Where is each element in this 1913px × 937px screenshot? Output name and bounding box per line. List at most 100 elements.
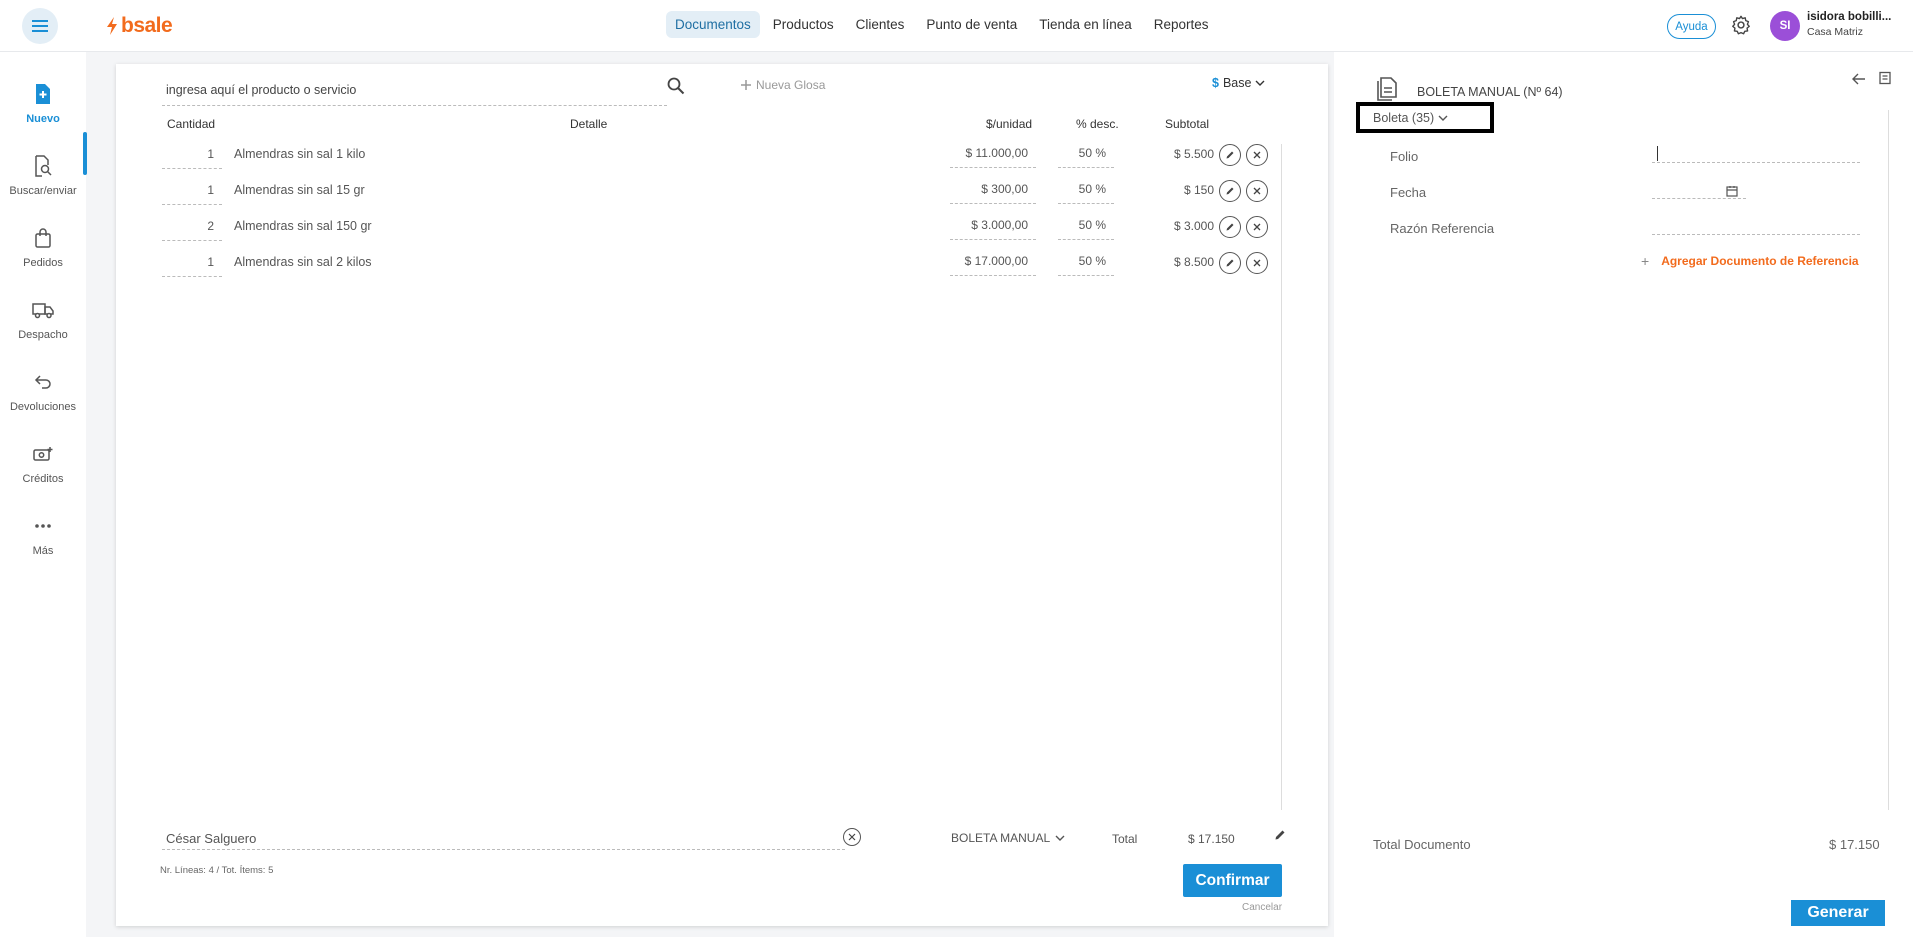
- main-nav: Documentos Productos Clientes Punto de v…: [666, 11, 1218, 38]
- nav-tienda-en-linea[interactable]: Tienda en línea: [1030, 11, 1141, 38]
- razon-referencia-input[interactable]: [1652, 215, 1860, 233]
- sidebar-item-label: Más: [32, 545, 54, 557]
- nav-documentos[interactable]: Documentos: [666, 11, 760, 38]
- line-subtotal: $ 3.000: [1173, 219, 1214, 233]
- sidebar-item-despacho[interactable]: Despacho: [0, 296, 86, 356]
- price-list-selector[interactable]: $ Base: [1212, 76, 1265, 90]
- search-document-icon: [33, 152, 53, 180]
- document-preview-icon[interactable]: [1878, 71, 1892, 90]
- remove-line-button[interactable]: [1246, 180, 1268, 202]
- more-icon: [33, 512, 53, 540]
- lines-summary: Nr. Líneas: 4 / Tot. Ítems: 5: [160, 865, 274, 876]
- sidebar-item-label: Devoluciones: [9, 401, 77, 413]
- edit-line-button[interactable]: [1219, 180, 1241, 202]
- sidebar-item-label: Pedidos: [23, 257, 63, 269]
- quantity-field[interactable]: 2: [162, 219, 222, 241]
- total-label: Total: [1112, 832, 1138, 846]
- total-value: $ 17.150: [1188, 832, 1235, 846]
- sidebar-item-pedidos[interactable]: Pedidos: [0, 224, 86, 284]
- document-type-selector[interactable]: BOLETA MANUAL: [951, 831, 1065, 845]
- razon-referencia-label: Razón Referencia: [1390, 221, 1495, 236]
- remove-line-button[interactable]: [1246, 216, 1268, 238]
- menu-icon[interactable]: [22, 8, 58, 44]
- nav-punto-de-venta[interactable]: Punto de venta: [917, 11, 1026, 38]
- user-name[interactable]: isidora bobilli...: [1807, 11, 1891, 23]
- unit-price-field[interactable]: $ 17.000,00: [950, 254, 1036, 276]
- new-glosa-label: Nueva Glosa: [756, 78, 826, 92]
- table-row: 1 Almendras sin sal 1 kilo $ 11.000,00 5…: [162, 144, 1282, 180]
- discount-field[interactable]: 50 %: [1058, 182, 1114, 204]
- gear-icon[interactable]: [1730, 14, 1752, 41]
- calendar-icon[interactable]: [1726, 184, 1738, 202]
- unit-price-field[interactable]: $ 3.000,00: [950, 218, 1036, 240]
- close-icon: [848, 833, 856, 841]
- nav-clientes[interactable]: Clientes: [847, 11, 914, 38]
- new-document-icon: [33, 80, 53, 108]
- chevron-down-icon: [1055, 835, 1065, 841]
- remove-line-button[interactable]: [1246, 252, 1268, 274]
- unit-price-field[interactable]: $ 300,00: [950, 182, 1036, 204]
- cancel-link[interactable]: Cancelar: [1242, 902, 1282, 913]
- line-subtotal: $ 150: [1183, 183, 1214, 197]
- credit-icon: [32, 440, 54, 468]
- document-editor: Nueva Glosa $ Base Cantidad Detalle $/un…: [116, 64, 1328, 926]
- help-button[interactable]: Ayuda: [1667, 14, 1716, 39]
- header-subtotal: Subtotal: [1165, 117, 1210, 131]
- discount-field[interactable]: 50 %: [1058, 146, 1114, 168]
- sidebar-item-buscar[interactable]: Buscar/enviar: [0, 152, 86, 212]
- fecha-label: Fecha: [1390, 185, 1427, 200]
- edit-line-button[interactable]: [1219, 216, 1241, 238]
- discount-field[interactable]: 50 %: [1058, 218, 1114, 240]
- new-glosa-button[interactable]: Nueva Glosa: [740, 78, 825, 92]
- add-reference-document-button[interactable]: + Agregar Documento de Referencia: [1641, 253, 1859, 269]
- quantity-field[interactable]: 1: [162, 183, 222, 205]
- logo-text: bsale: [121, 14, 173, 37]
- folio-field: [1652, 143, 1860, 163]
- sidebar-item-creditos[interactable]: Créditos: [0, 440, 86, 500]
- close-icon: [1253, 151, 1261, 159]
- return-icon: [33, 368, 53, 396]
- chevron-down-icon: [1438, 115, 1448, 121]
- sidebar-item-mas[interactable]: Más: [0, 512, 86, 572]
- pencil-icon[interactable]: [1274, 828, 1286, 846]
- price-list-value: Base: [1222, 76, 1252, 90]
- bsale-logo[interactable]: bsale: [106, 14, 173, 38]
- header-discount: % desc.: [1076, 117, 1119, 131]
- quantity-field[interactable]: 1: [162, 255, 222, 277]
- avatar[interactable]: SI: [1770, 11, 1800, 41]
- remove-line-button[interactable]: [1246, 144, 1268, 166]
- line-detail: Almendras sin sal 150 gr: [234, 219, 372, 233]
- scroll-track[interactable]: [1281, 144, 1282, 810]
- arrow-left-icon[interactable]: [1852, 72, 1866, 90]
- discount-field[interactable]: 50 %: [1058, 254, 1114, 276]
- panel-scroll-track[interactable]: [1888, 110, 1889, 810]
- nav-productos[interactable]: Productos: [764, 11, 843, 38]
- close-icon: [1253, 259, 1261, 267]
- product-search-input[interactable]: [162, 76, 667, 104]
- generate-button[interactable]: Generar: [1791, 900, 1885, 926]
- sidebar-item-devoluciones[interactable]: Devoluciones: [0, 368, 86, 428]
- lightning-icon: [107, 17, 117, 35]
- search-icon[interactable]: [666, 76, 686, 101]
- unit-price-field[interactable]: $ 11.000,00: [950, 146, 1036, 168]
- sidebar-item-label: Créditos: [22, 473, 64, 485]
- document-type-dropdown-value: Boleta (35): [1373, 110, 1435, 125]
- line-detail: Almendras sin sal 1 kilo: [234, 147, 366, 161]
- line-detail: Almendras sin sal 15 gr: [234, 183, 365, 197]
- close-icon: [1253, 187, 1261, 195]
- sidebar-item-label: Despacho: [18, 329, 68, 341]
- pencil-icon: [1226, 259, 1234, 267]
- quantity-field[interactable]: 1: [162, 147, 222, 169]
- clear-client-button[interactable]: [843, 828, 861, 846]
- table-row: 1 Almendras sin sal 2 kilos $ 17.000,00 …: [162, 252, 1282, 288]
- edit-line-button[interactable]: [1219, 144, 1241, 166]
- edit-line-button[interactable]: [1219, 252, 1241, 274]
- folio-input[interactable]: [1652, 143, 1860, 161]
- text-caret: [1657, 146, 1658, 161]
- client-input[interactable]: [162, 828, 822, 848]
- document-type-dropdown[interactable]: Boleta (35): [1356, 102, 1494, 133]
- close-icon: [1253, 223, 1261, 231]
- confirm-button[interactable]: Confirmar: [1183, 864, 1282, 897]
- nav-reportes[interactable]: Reportes: [1145, 11, 1218, 38]
- sidebar-item-nuevo[interactable]: Nuevo: [0, 80, 86, 140]
